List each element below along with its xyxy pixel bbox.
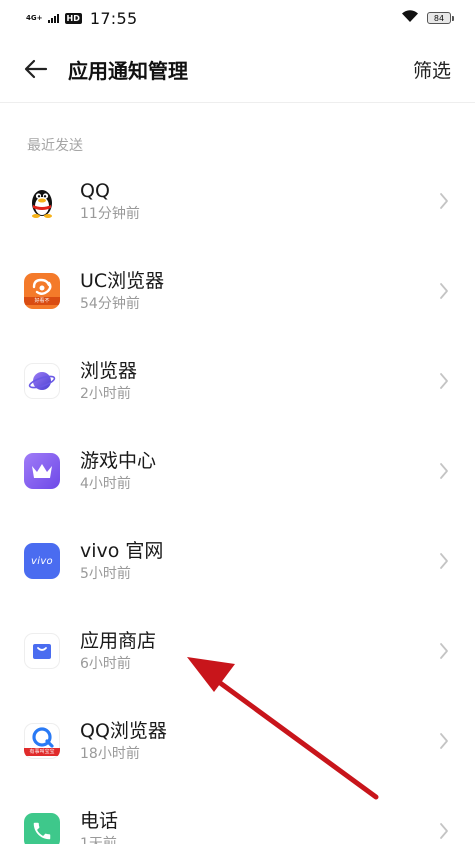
- battery-level: 84: [433, 13, 445, 23]
- app-text: 浏览器 2小时前: [80, 359, 137, 404]
- app-text: 电话 1天前: [80, 809, 118, 844]
- signal-icon: [47, 13, 59, 23]
- network-indicator: 4G+: [26, 13, 43, 22]
- status-time: 17:55: [89, 8, 138, 28]
- app-row-browser[interactable]: 浏览器 2小时前: [0, 336, 475, 426]
- status-left: 4G+ HD 17:55: [26, 9, 137, 28]
- chevron-right-icon: [437, 641, 451, 661]
- app-row-uc-browser[interactable]: 好看不 UC浏览器 54分钟前: [0, 246, 475, 336]
- phone-icon: [24, 813, 60, 844]
- chevron-right-icon: [437, 461, 451, 481]
- app-name: 应用商店: [80, 629, 157, 652]
- crown-icon: [24, 453, 60, 489]
- qq-penguin-icon: [24, 183, 60, 219]
- app-name: QQ: [80, 179, 110, 202]
- app-name: vivo 官网: [80, 539, 164, 562]
- app-text: vivo 官网 5小时前: [80, 539, 163, 584]
- uc-icon-caption: 好看不: [24, 297, 60, 305]
- status-bar: 4G+ HD 17:55 84: [0, 0, 475, 36]
- app-row-vivo-official[interactable]: vivo vivo 官网 5小时前: [0, 516, 475, 606]
- qq-browser-icon: 有事叫宝宝: [24, 723, 60, 759]
- app-text: QQ浏览器 18小时前: [80, 719, 167, 764]
- app-text: UC浏览器 54分钟前: [80, 269, 164, 314]
- app-time: 18小时前: [80, 745, 140, 762]
- hd-badge: HD: [64, 12, 82, 24]
- wifi-icon: [401, 9, 419, 27]
- app-text: 游戏中心 4小时前: [80, 449, 156, 494]
- header: 应用通知管理 筛选: [0, 36, 475, 102]
- chevron-right-icon: [437, 281, 451, 301]
- app-row-phone[interactable]: 电话 1天前: [0, 786, 475, 844]
- app-time: 1天前: [80, 835, 117, 844]
- battery-icon: 84: [427, 12, 454, 24]
- header-divider: [0, 102, 475, 103]
- back-button[interactable]: [24, 53, 56, 85]
- page-title: 应用通知管理: [68, 58, 188, 83]
- app-row-app-store[interactable]: 应用商店 6小时前: [0, 606, 475, 696]
- shopping-bag-icon: [24, 633, 60, 669]
- chevron-right-icon: [437, 371, 451, 391]
- vivo-logo-icon: vivo: [24, 543, 60, 579]
- app-row-qq[interactable]: QQ 11分钟前: [0, 156, 475, 246]
- app-time: 2小时前: [80, 385, 131, 402]
- app-list: QQ 11分钟前 好看不 UC浏览器 54分钟前 浏览器 2小时前 游戏中心 4…: [0, 156, 475, 844]
- app-time: 5小时前: [80, 565, 131, 582]
- app-name: 电话: [80, 809, 119, 832]
- app-row-game-center[interactable]: 游戏中心 4小时前: [0, 426, 475, 516]
- vivo-logo-text: vivo: [31, 555, 53, 567]
- app-name: 游戏中心: [80, 449, 157, 472]
- app-row-qq-browser[interactable]: 有事叫宝宝 QQ浏览器 18小时前: [0, 696, 475, 786]
- app-text: 应用商店 6小时前: [80, 629, 156, 674]
- app-text: QQ 11分钟前: [80, 179, 140, 224]
- app-time: 6小时前: [80, 655, 131, 672]
- filter-button[interactable]: 筛选: [413, 56, 451, 83]
- chevron-right-icon: [437, 191, 451, 211]
- uc-browser-icon: 好看不: [24, 273, 60, 309]
- app-time: 4小时前: [80, 475, 131, 492]
- qq-browser-caption: 有事叫宝宝: [24, 748, 60, 756]
- chevron-right-icon: [437, 551, 451, 571]
- section-label-recent: 最近发送: [27, 138, 83, 154]
- chevron-right-icon: [437, 731, 451, 751]
- status-right: 84: [401, 9, 454, 27]
- app-time: 54分钟前: [80, 295, 140, 312]
- app-name: UC浏览器: [80, 269, 165, 292]
- app-name: QQ浏览器: [80, 719, 167, 742]
- app-name: 浏览器: [80, 359, 138, 382]
- chevron-right-icon: [437, 821, 451, 841]
- app-time: 11分钟前: [80, 205, 140, 222]
- planet-browser-icon: [24, 363, 60, 399]
- back-arrow-icon: [24, 59, 48, 79]
